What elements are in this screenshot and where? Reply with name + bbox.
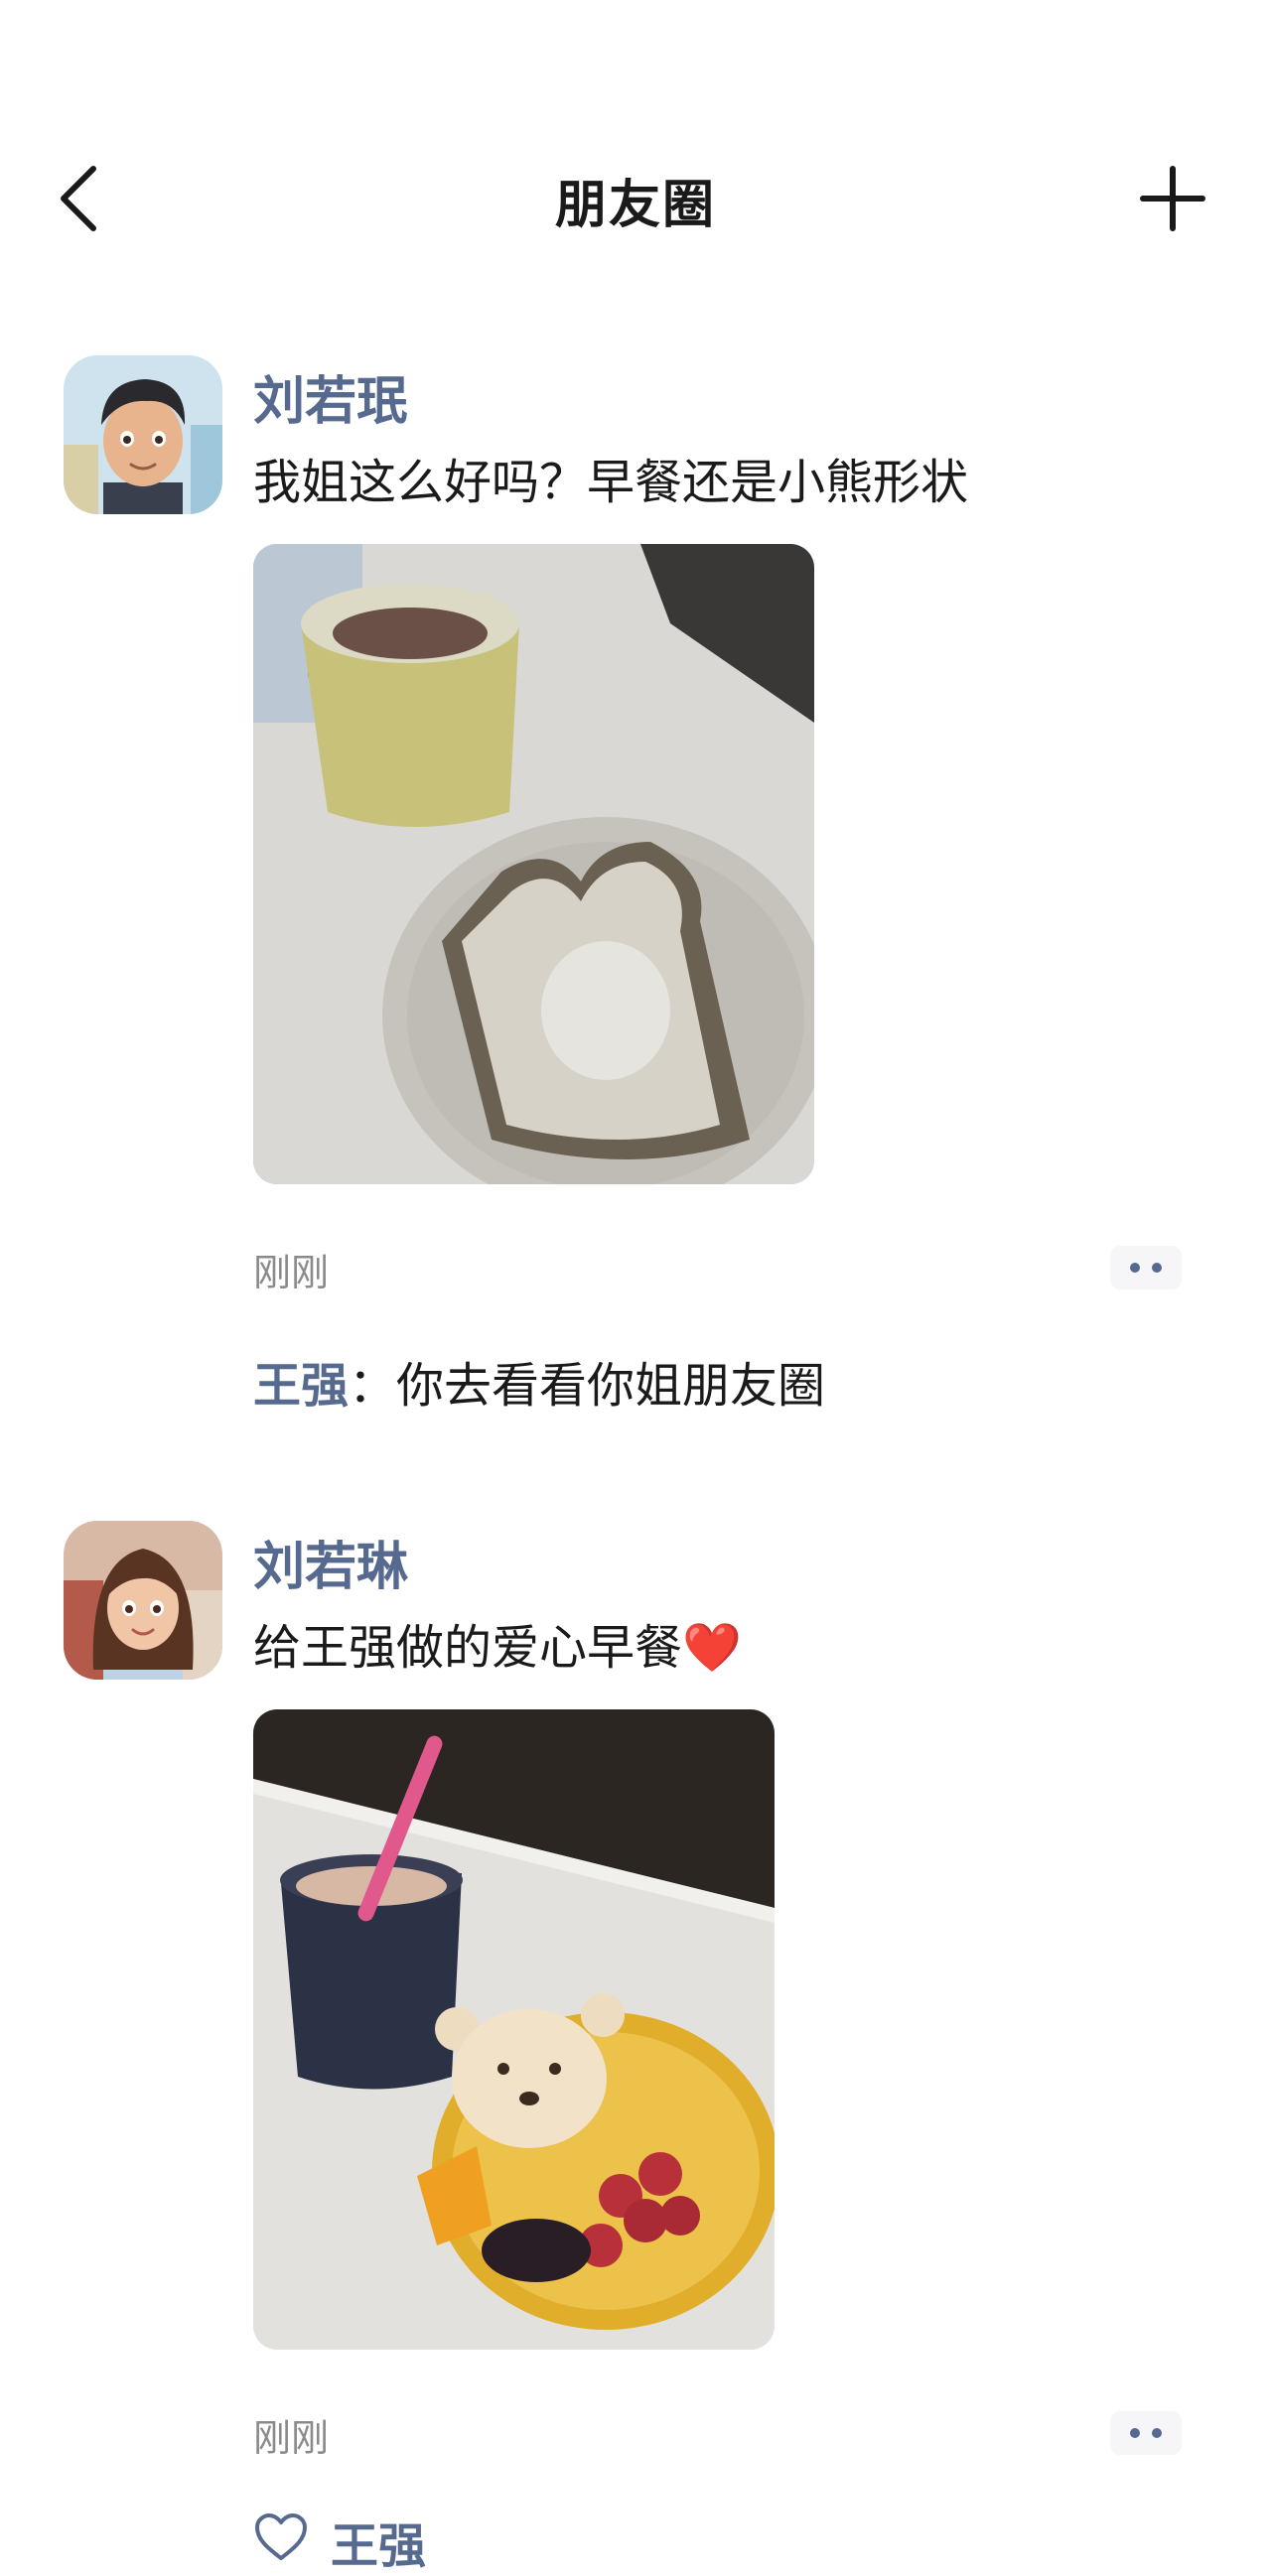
post-author-name[interactable]: 刘若琳: [253, 1525, 408, 1599]
post-timestamp: 刚刚: [253, 2416, 330, 2460]
comment-text: 你去看看你姐朋友圈: [396, 1358, 826, 1414]
post-photo[interactable]: [253, 1709, 775, 2350]
boy-avatar-image: [64, 355, 222, 514]
add-post-button[interactable]: [1137, 163, 1208, 234]
moment-post: 刘若琳 给王强做的爱心早餐❤️ 刚刚 王强: [0, 1521, 1271, 2574]
comment-row: 王强：你去看看你姐朋友圈: [253, 1346, 825, 1416]
post-photo[interactable]: [253, 544, 814, 1184]
more-dot-icon: [1152, 1263, 1162, 1273]
bear-breakfast-photo: [253, 1709, 775, 2350]
post-text: 我姐这么好吗？早餐还是小熊形状: [253, 455, 969, 510]
avatar[interactable]: [64, 355, 222, 514]
moment-post: 刘若珉 我姐这么好吗？早餐还是小熊形状 刚刚 王强：你去看看你姐朋友圈: [0, 355, 1271, 1447]
more-dot-icon: [1152, 2428, 1162, 2438]
post-text: 给王强做的爱心早餐❤️: [253, 1620, 742, 1676]
top-nav-bar: 朋友圈: [0, 119, 1271, 278]
breakfast-toast-photo: [253, 544, 814, 1184]
more-dot-icon: [1130, 1263, 1140, 1273]
plus-icon: [1140, 166, 1205, 231]
girl-avatar-image: [64, 1521, 222, 1680]
avatar[interactable]: [64, 1521, 222, 1680]
more-dot-icon: [1130, 2428, 1140, 2438]
post-author-name[interactable]: 刘若珉: [253, 359, 408, 434]
heart-outline-icon: [255, 2513, 307, 2560]
page-title: 朋友圈: [554, 176, 716, 235]
comment-author[interactable]: 王强: [253, 1358, 349, 1414]
comment-separator: ：: [349, 1358, 397, 1414]
more-actions-button[interactable]: [1110, 1246, 1182, 1289]
more-actions-button[interactable]: [1110, 2411, 1182, 2455]
liker-name[interactable]: 王强: [331, 2507, 426, 2576]
post-timestamp: 刚刚: [253, 1251, 330, 1294]
